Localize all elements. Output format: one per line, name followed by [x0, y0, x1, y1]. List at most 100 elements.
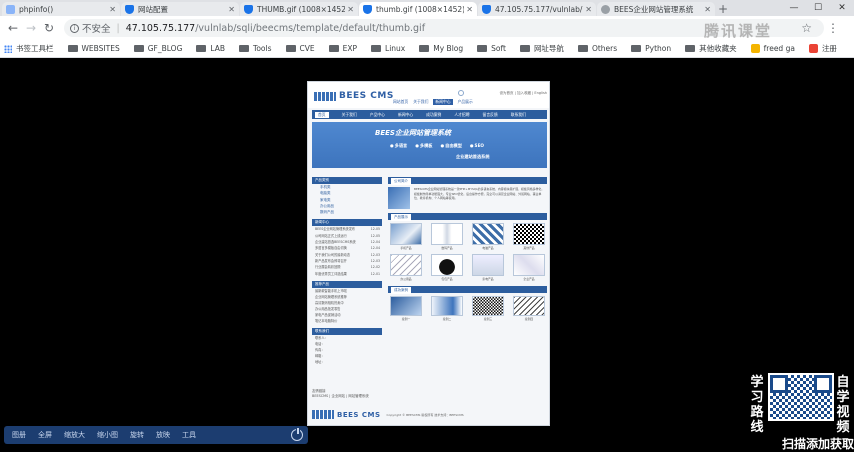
- bookmark-nav[interactable]: 网址导航: [519, 43, 564, 54]
- close-window-button[interactable]: ✕: [830, 0, 854, 16]
- nav-item: 关于我们: [341, 111, 357, 117]
- tab-title: 47.105.75.177/vulnlab/: [495, 4, 583, 14]
- close-icon[interactable]: ✕: [466, 5, 473, 14]
- case-grid: 案例一 案例二 案例三 案例四: [388, 296, 547, 321]
- product-grid: 手机产品 数码产品 电脑产品 其他产品 办公用品 包包产品 家电产品 企业产品: [388, 223, 547, 281]
- bookmark-python[interactable]: Python: [631, 44, 671, 53]
- case-card: 案例三: [470, 296, 506, 321]
- reload-button[interactable]: ↻: [40, 19, 58, 37]
- minimize-button[interactable]: —: [782, 0, 806, 16]
- bees-logo-icon: [312, 410, 334, 419]
- promo-char: 频: [836, 420, 850, 435]
- bookmark-label: freed ga: [763, 44, 795, 53]
- tab-phpinfo[interactable]: phpinfo() ✕: [2, 2, 120, 16]
- nav-item: 人才招聘: [454, 111, 470, 117]
- folder-icon: [196, 45, 207, 52]
- tab-site-config[interactable]: 网站配置 ✕: [121, 2, 239, 16]
- bookmark-label: LAB: [210, 44, 226, 53]
- viewer-tools-button[interactable]: 工具: [182, 430, 196, 440]
- case-image: [431, 296, 463, 316]
- close-icon[interactable]: ✕: [347, 5, 354, 14]
- promo-char: 路: [750, 405, 764, 420]
- product-card: 手机产品: [388, 223, 424, 250]
- viewer-fullscreen-button[interactable]: 全屏: [38, 430, 52, 440]
- close-icon[interactable]: ✕: [228, 5, 235, 14]
- case-image: [390, 296, 422, 316]
- url-path: /vulnlab/sqli/beecms/template/default/th…: [195, 22, 426, 34]
- bookmark-my-blog[interactable]: My Blog: [419, 44, 463, 53]
- viewer-zoom-out-button[interactable]: 缩小图: [97, 430, 118, 440]
- close-icon[interactable]: ✕: [585, 5, 592, 14]
- bookmark-label: My Blog: [433, 44, 464, 53]
- folder-icon: [685, 45, 696, 52]
- watermark: 腾讯课堂: [704, 22, 773, 40]
- tab-vulnlab[interactable]: 47.105.75.177/vulnlab/ ✕: [478, 2, 596, 16]
- bookmark-lab[interactable]: LAB: [196, 44, 225, 53]
- product-caption: 家电产品: [482, 277, 494, 281]
- bookmark-others[interactable]: Others: [577, 44, 617, 53]
- product-image: [431, 254, 463, 276]
- contact-block: 联系我们 联系人： 电话： 传真： 邮箱： 地址：: [312, 327, 382, 365]
- about-block: BEESCMS企业网站管理系统是一款PHP+MYSQL的多语言系统，内容模块易扩…: [388, 187, 547, 209]
- bookmark-register[interactable]: 注册: [808, 43, 837, 54]
- nav-item: 新闻中心: [397, 111, 414, 117]
- logo-text: BEES CMS: [339, 91, 394, 101]
- tab-bees-cms[interactable]: BEES企业网站管理系统 ✕: [597, 2, 715, 16]
- viewer-album-button[interactable]: 图册: [12, 430, 26, 440]
- folder-icon: [419, 45, 430, 52]
- folder-icon: [631, 45, 642, 52]
- sidebar-heading: 产品类别: [312, 177, 382, 184]
- bookmark-tools[interactable]: Tools: [239, 44, 272, 53]
- bookmark-linux[interactable]: Linux: [371, 44, 405, 53]
- tab-thumb-active[interactable]: thumb.gif (1008×1452) ✕: [359, 2, 477, 16]
- qr-pattern: [770, 375, 832, 419]
- bookmark-star-icon[interactable]: ☆: [801, 21, 812, 35]
- header-nav-item: 网站首页: [393, 99, 409, 104]
- bookmark-label: Soft: [491, 44, 506, 53]
- folder-icon: [371, 45, 382, 52]
- shield-icon: [125, 4, 134, 14]
- viewer-rotate-button[interactable]: 旋转: [130, 430, 144, 440]
- bookmark-toolbar[interactable]: 书签工具栏: [4, 43, 54, 54]
- close-icon[interactable]: ✕: [704, 5, 711, 14]
- promo-char: 线: [750, 420, 764, 435]
- bookmark-soft[interactable]: Soft: [477, 44, 506, 53]
- tab-title: thumb.gif (1008×1452): [376, 4, 465, 14]
- bookmark-cve[interactable]: CVE: [285, 44, 315, 53]
- top-links: 设为首页 | 加入收藏 | English: [499, 91, 547, 95]
- new-tab-button[interactable]: +: [716, 2, 730, 16]
- bookmark-other-favorites[interactable]: 其他收藏夹: [685, 43, 737, 54]
- bookmark-label: Tools: [253, 44, 272, 53]
- contact-line: 地址：: [315, 359, 325, 364]
- banner-tags: 多语言 多模板 自由模型 SEO: [390, 143, 484, 149]
- promo-overlay: 学 习 路 线 自 学 视 频 扫描添加获取: [748, 373, 854, 452]
- bookmark-label: Python: [645, 44, 672, 53]
- bees-logo-icon: [314, 91, 336, 101]
- viewer-slideshow-button[interactable]: 放映: [156, 430, 170, 440]
- product-card: 办公用品: [388, 254, 424, 281]
- recommend-item: 笔记本电脑特价: [315, 318, 338, 323]
- maximize-button[interactable]: ☐: [806, 0, 830, 16]
- bookmark-exp[interactable]: EXP: [328, 44, 358, 53]
- tab-thumb-upper[interactable]: THUMB.gif (1008×1452) ✕: [240, 2, 358, 16]
- power-icon[interactable]: [291, 427, 303, 441]
- bookmark-websites[interactable]: WEBSITES: [67, 44, 120, 53]
- bookmark-label: EXP: [342, 44, 358, 53]
- viewer-zoom-in-button[interactable]: 缩放大: [64, 430, 85, 440]
- info-icon[interactable]: i: [70, 23, 79, 33]
- bookmark-freed[interactable]: freed ga: [750, 44, 795, 53]
- shield-icon: [363, 4, 372, 14]
- security-label: 不安全: [82, 24, 111, 35]
- extensions-icon[interactable]: ⋮: [824, 19, 842, 37]
- back-button[interactable]: ←: [4, 19, 22, 37]
- folder-icon: [577, 45, 588, 52]
- bookmark-label: 书签工具栏: [16, 44, 54, 53]
- case-card: 案例四: [511, 296, 547, 321]
- close-icon[interactable]: ✕: [109, 5, 116, 14]
- bookmark-gf-blog[interactable]: GF_BLOG: [133, 44, 182, 53]
- forward-button[interactable]: →: [22, 19, 40, 37]
- bookmark-label: 其他收藏夹: [699, 44, 737, 53]
- product-image: [513, 254, 545, 276]
- promo-right-text: 自 学 视 频: [836, 375, 850, 435]
- thumbnail-image[interactable]: BEES CMS 网站首页 关于我们 新闻中心 产品展示 设为首页 | 加入收藏…: [307, 81, 550, 426]
